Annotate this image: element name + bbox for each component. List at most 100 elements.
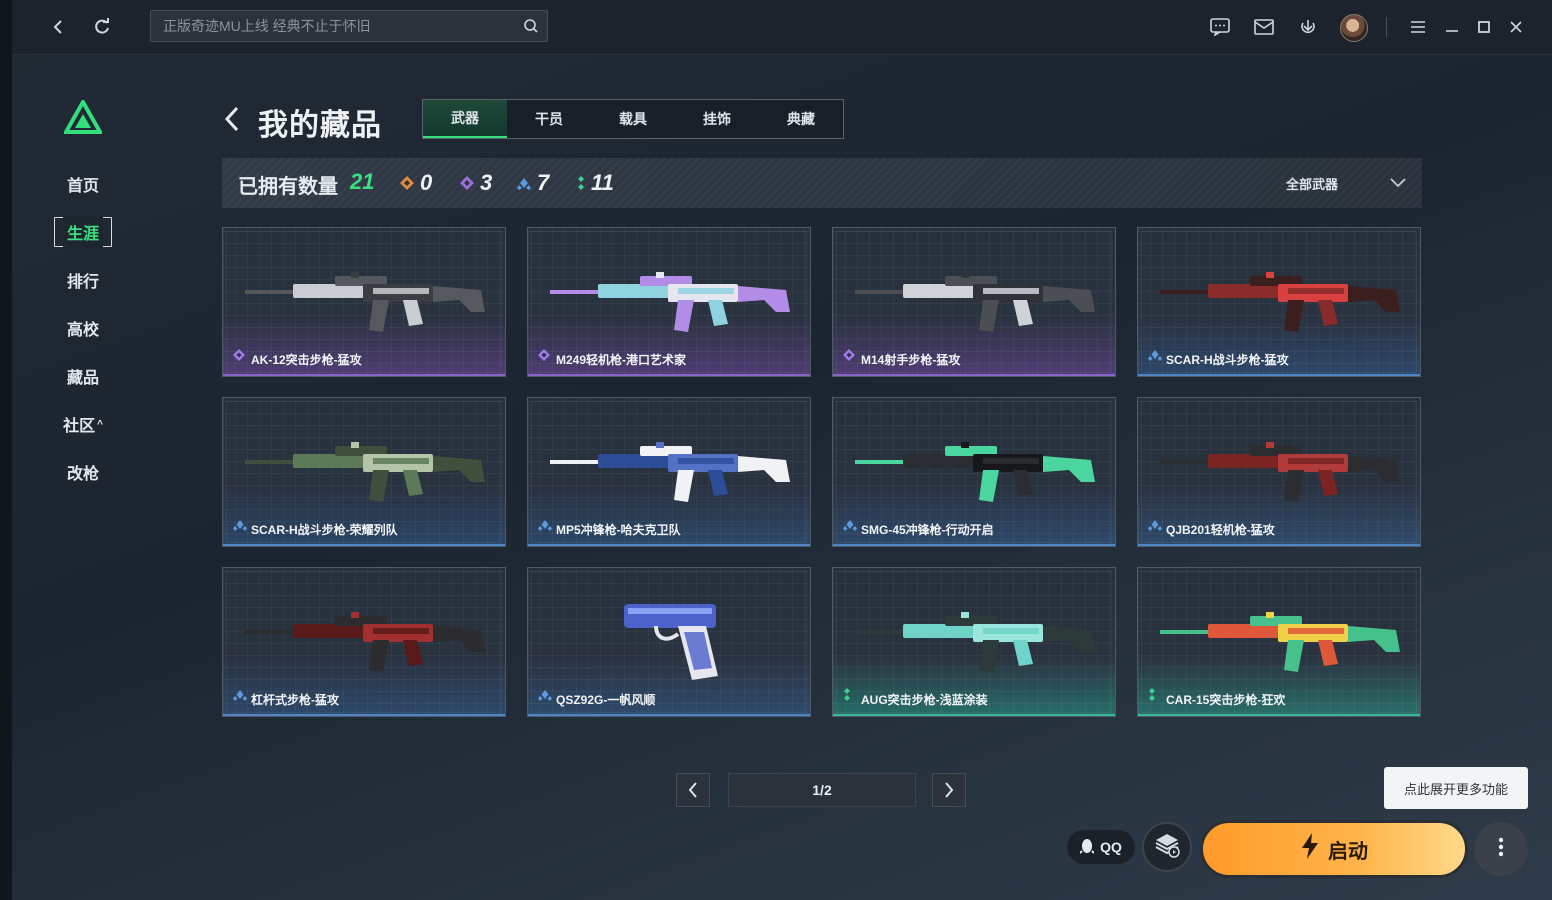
- launch-label: 启动: [1328, 840, 1368, 863]
- weapon-card[interactable]: M249轻机枪-港口艺术家: [527, 227, 811, 377]
- weapon-name: SCAR-H战斗步枪-猛攻: [1166, 353, 1289, 367]
- weapon-name: SMG-45冲锋枪-行动开启: [861, 523, 994, 537]
- weapon-card[interactable]: SMG-45冲锋枪-行动开启: [832, 397, 1116, 547]
- rarity-line: [1138, 544, 1420, 546]
- prev-page-button[interactable]: [676, 773, 710, 807]
- search-box: [150, 10, 548, 42]
- weapon-card[interactable]: QJB201轻机枪-猛攻: [1137, 397, 1421, 547]
- weapon-name: AUG突击步枪-浅蓝涂装: [861, 693, 988, 707]
- back-icon[interactable]: [44, 13, 72, 41]
- weapon-card[interactable]: QSZ92G-一帆风顺: [527, 567, 811, 717]
- weapon-name: 杠杆式步枪-猛攻: [251, 693, 339, 707]
- rarity-line: [1138, 374, 1420, 376]
- sidebar-item-ranking[interactable]: 排行: [52, 256, 114, 304]
- refresh-icon[interactable]: [88, 13, 116, 41]
- teal-rarity-icon: [1148, 688, 1156, 706]
- more-options-button[interactable]: [1474, 822, 1528, 876]
- download-icon[interactable]: [1294, 13, 1322, 41]
- menu-icon[interactable]: [1404, 13, 1432, 41]
- page-title: 我的藏品: [258, 109, 382, 142]
- green-rarity-icon: [577, 170, 585, 196]
- game-library-button[interactable]: [1142, 822, 1192, 872]
- weapon-card[interactable]: MP5冲锋枪-哈夫克卫队: [527, 397, 811, 547]
- window-edge: [0, 0, 12, 900]
- sidebar-item-label: 藏品: [66, 370, 99, 387]
- weapon-card[interactable]: 杠杆式步枪-猛攻: [222, 567, 506, 717]
- launch-button[interactable]: 启动: [1200, 820, 1468, 878]
- owned-count-label: 已拥有数量: [238, 176, 338, 198]
- weapon-card[interactable]: SCAR-H战斗步枪-荣耀列队: [222, 397, 506, 547]
- minimize-icon[interactable]: [1438, 13, 1466, 41]
- blue-rarity-icon: [538, 688, 552, 706]
- close-icon[interactable]: [1502, 13, 1530, 41]
- weapon-filter-dropdown[interactable]: 全部武器: [1286, 174, 1338, 193]
- chevron-down-icon[interactable]: [1390, 175, 1406, 193]
- sidebar-item-college[interactable]: 高校: [52, 304, 114, 352]
- sidebar-item-label: 首页: [66, 178, 99, 195]
- top-bar: [12, 0, 1552, 55]
- rarity-line: [833, 544, 1115, 546]
- tab-operators[interactable]: 干员: [507, 100, 591, 138]
- sidebar-item-gunsmith[interactable]: 改枪: [52, 448, 114, 496]
- weapon-name: M14射手步枪-猛攻: [861, 353, 961, 367]
- tab-charms[interactable]: 挂饰: [675, 100, 759, 138]
- sidebar-nav: 首页 生涯 排行 高校 藏品 社区 ^ 改枪: [52, 160, 114, 496]
- weapon-card[interactable]: AK-12突击步枪-猛攻: [222, 227, 506, 377]
- owned-stats-bar: 已拥有数量 21 0 3 7 11 全部武器: [222, 158, 1422, 208]
- rarity-count-orange: 0: [400, 170, 432, 196]
- purple-rarity-icon: [843, 348, 855, 366]
- rarity-line: [833, 714, 1115, 716]
- search-icon[interactable]: [523, 18, 539, 39]
- rarity-line: [528, 544, 810, 546]
- rarity-line: [528, 374, 810, 376]
- chat-icon[interactable]: [1206, 13, 1234, 41]
- mail-icon[interactable]: [1250, 13, 1278, 41]
- rarity-line: [223, 714, 505, 716]
- rarity-line: [1138, 714, 1420, 716]
- teal-rarity-icon: [843, 688, 851, 706]
- back-arrow-icon[interactable]: [222, 104, 248, 134]
- blue-rarity-icon: [843, 518, 857, 536]
- tab-weapons[interactable]: 武器: [423, 100, 507, 138]
- rarity-line: [833, 374, 1115, 376]
- sidebar-item-collection[interactable]: 藏品: [52, 352, 114, 400]
- lightning-icon: [1300, 833, 1320, 865]
- app-logo: [62, 97, 104, 139]
- weapon-name: AK-12突击步枪-猛攻: [251, 353, 362, 367]
- weapon-card[interactable]: SCAR-H战斗步枪-猛攻: [1137, 227, 1421, 377]
- weapon-name: CAR-15突击步枪-狂欢: [1166, 693, 1286, 707]
- weapon-name: MP5冲锋枪-哈夫克卫队: [556, 523, 681, 537]
- search-input[interactable]: [151, 11, 535, 41]
- sidebar-item-label: 改枪: [66, 466, 99, 483]
- weapon-card[interactable]: CAR-15突击步枪-狂欢: [1137, 567, 1421, 717]
- qq-button[interactable]: QQ: [1067, 830, 1135, 864]
- blue-rarity-icon: [517, 170, 531, 196]
- blue-rarity-icon: [233, 688, 247, 706]
- weapon-name: M249轻机枪-港口艺术家: [556, 353, 687, 367]
- penguin-icon: [1079, 838, 1095, 857]
- cube-icon: [1154, 832, 1180, 863]
- sidebar-item-label: 高校: [66, 322, 99, 339]
- sidebar-item-community[interactable]: 社区 ^: [52, 400, 114, 448]
- more-functions-tooltip: 点此展开更多功能: [1384, 767, 1528, 809]
- weapon-card[interactable]: M14射手步枪-猛攻: [832, 227, 1116, 377]
- rarity-count-blue: 7: [517, 170, 549, 196]
- blue-rarity-icon: [538, 518, 552, 536]
- sidebar-item-career[interactable]: 生涯: [52, 208, 114, 256]
- tab-collection[interactable]: 典藏: [759, 100, 843, 138]
- purple-rarity-icon: [233, 348, 245, 366]
- category-tabs: 武器 干员 载具 挂饰 典藏: [422, 99, 844, 139]
- qq-label: QQ: [1100, 839, 1122, 855]
- tab-vehicles[interactable]: 载具: [591, 100, 675, 138]
- blue-rarity-icon: [1148, 348, 1162, 366]
- sidebar-item-home[interactable]: 首页: [52, 160, 114, 208]
- maximize-icon[interactable]: [1470, 13, 1498, 41]
- orange-rarity-icon: [400, 170, 414, 196]
- avatar[interactable]: [1340, 14, 1368, 42]
- next-page-button[interactable]: [932, 773, 966, 807]
- weapon-card[interactable]: AUG突击步枪-浅蓝涂装: [832, 567, 1116, 717]
- weapon-name: QJB201轻机枪-猛攻: [1166, 523, 1275, 537]
- rarity-count-green: 11: [577, 170, 614, 196]
- collection-grid: AK-12突击步枪-猛攻 M249轻机枪-港口艺术家 M14射手步枪-猛攻 SC…: [222, 227, 1422, 717]
- blue-rarity-icon: [233, 518, 247, 536]
